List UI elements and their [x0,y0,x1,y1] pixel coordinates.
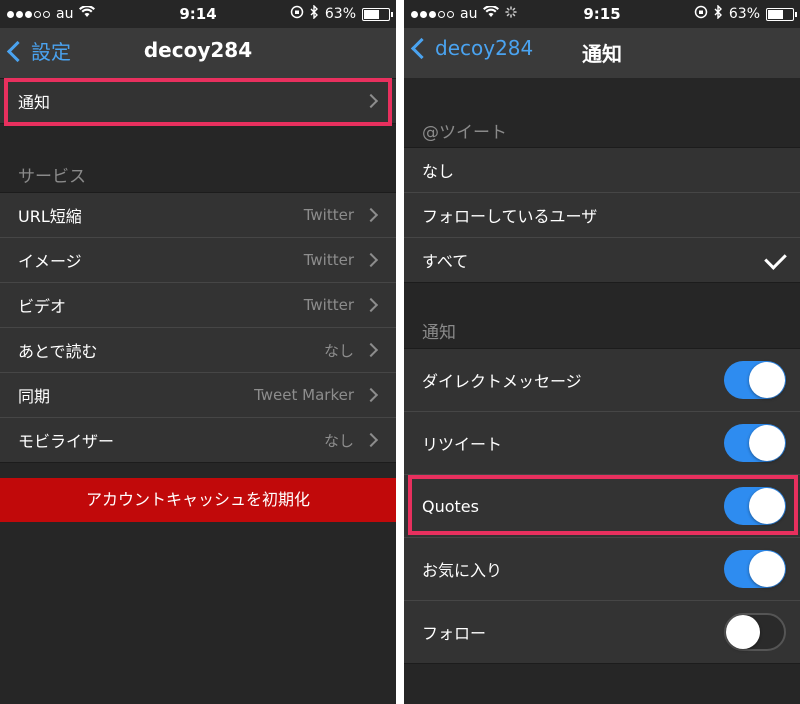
toggle-label: フォロー [422,624,487,643]
chevron-right-icon [363,387,379,403]
mention-options-group: なし フォローしているユーザ すべて [404,147,800,283]
orientation-lock-icon [694,5,708,23]
mention-option-none[interactable]: なし [404,148,800,193]
navigation-bar: decoy284 通知 [404,28,800,78]
service-value: なし [323,431,354,450]
service-value: Twitter [303,296,354,314]
service-value: なし [323,341,354,360]
mention-option-all[interactable]: すべて [404,238,800,282]
settings-screen: au 9:14 63% 設定 decoy284 通知 サービス URL短縮 Tw… [0,0,396,704]
checkmark-icon [764,247,787,270]
orientation-lock-icon [290,5,304,23]
notifications-header: 通知 [422,323,456,343]
notification-settings-screen: au 9:15 63% decoy284 通知 @ツイート なし フォローしてい… [404,0,800,704]
service-row-image[interactable]: イメージ Twitter [0,238,396,283]
toggle-row-favorites: お気に入り [404,538,800,601]
service-row-sync[interactable]: 同期 Tweet Marker [0,373,396,418]
page-title: 通知 [582,42,622,66]
service-label: イメージ [18,252,82,271]
toggle-label: ダイレクトメッセージ [422,372,582,391]
service-label: あとで読む [18,342,98,361]
chevron-right-icon [363,207,379,223]
service-label: 同期 [18,387,51,406]
battery-icon [362,7,393,21]
option-label: なし [422,162,455,181]
service-value: Twitter [303,251,354,269]
chevron-right-icon [363,252,379,268]
battery-icon [766,7,797,21]
bluetooth-icon [714,4,723,23]
retweet-toggle[interactable] [724,424,786,462]
direct-message-toggle[interactable] [724,361,786,399]
chevron-right-icon [363,342,379,358]
bluetooth-icon [310,4,319,23]
chevron-right-icon [363,432,379,448]
toggle-row-direct-message: ダイレクトメッセージ [404,349,800,412]
mention-option-following[interactable]: フォローしているユーザ [404,193,800,238]
services-header: サービス [18,167,86,187]
service-label: モビライザー [18,432,115,451]
battery-percent: 63% [728,6,760,22]
page-title: decoy284 [143,38,253,62]
toggle-label: お気に入り [422,561,503,580]
service-value: Twitter [303,206,354,224]
service-row-video[interactable]: ビデオ Twitter [0,283,396,328]
toggle-row-follow: フォロー [404,601,800,663]
highlight-box [408,475,798,535]
reset-account-cache-button[interactable]: アカウントキャッシュを初期化 [0,478,396,522]
service-value: Tweet Marker [254,386,354,404]
service-row-url-shortener[interactable]: URL短縮 Twitter [0,193,396,238]
service-row-read-later[interactable]: あとで読む なし [0,328,396,373]
toggle-label: リツイート [422,435,503,454]
service-label: URL短縮 [18,207,82,226]
option-label: すべて [422,252,469,271]
services-group: URL短縮 Twitter イメージ Twitter ビデオ Twitter あ… [0,192,396,463]
follow-toggle[interactable] [724,613,786,651]
highlight-box [4,78,392,126]
service-row-mobilizer[interactable]: モビライザー なし [0,418,396,462]
chevron-right-icon [363,297,379,313]
service-label: ビデオ [18,297,67,316]
battery-percent: 63% [324,6,356,22]
mention-header: @ツイート [422,123,507,143]
favorites-toggle[interactable] [724,550,786,588]
option-label: フォローしているユーザ [422,207,598,226]
status-bar: au 9:14 63% [0,0,396,28]
navigation-bar: 設定 decoy284 [0,28,396,78]
status-bar: au 9:15 63% [404,0,800,28]
toggle-row-retweet: リツイート [404,412,800,475]
